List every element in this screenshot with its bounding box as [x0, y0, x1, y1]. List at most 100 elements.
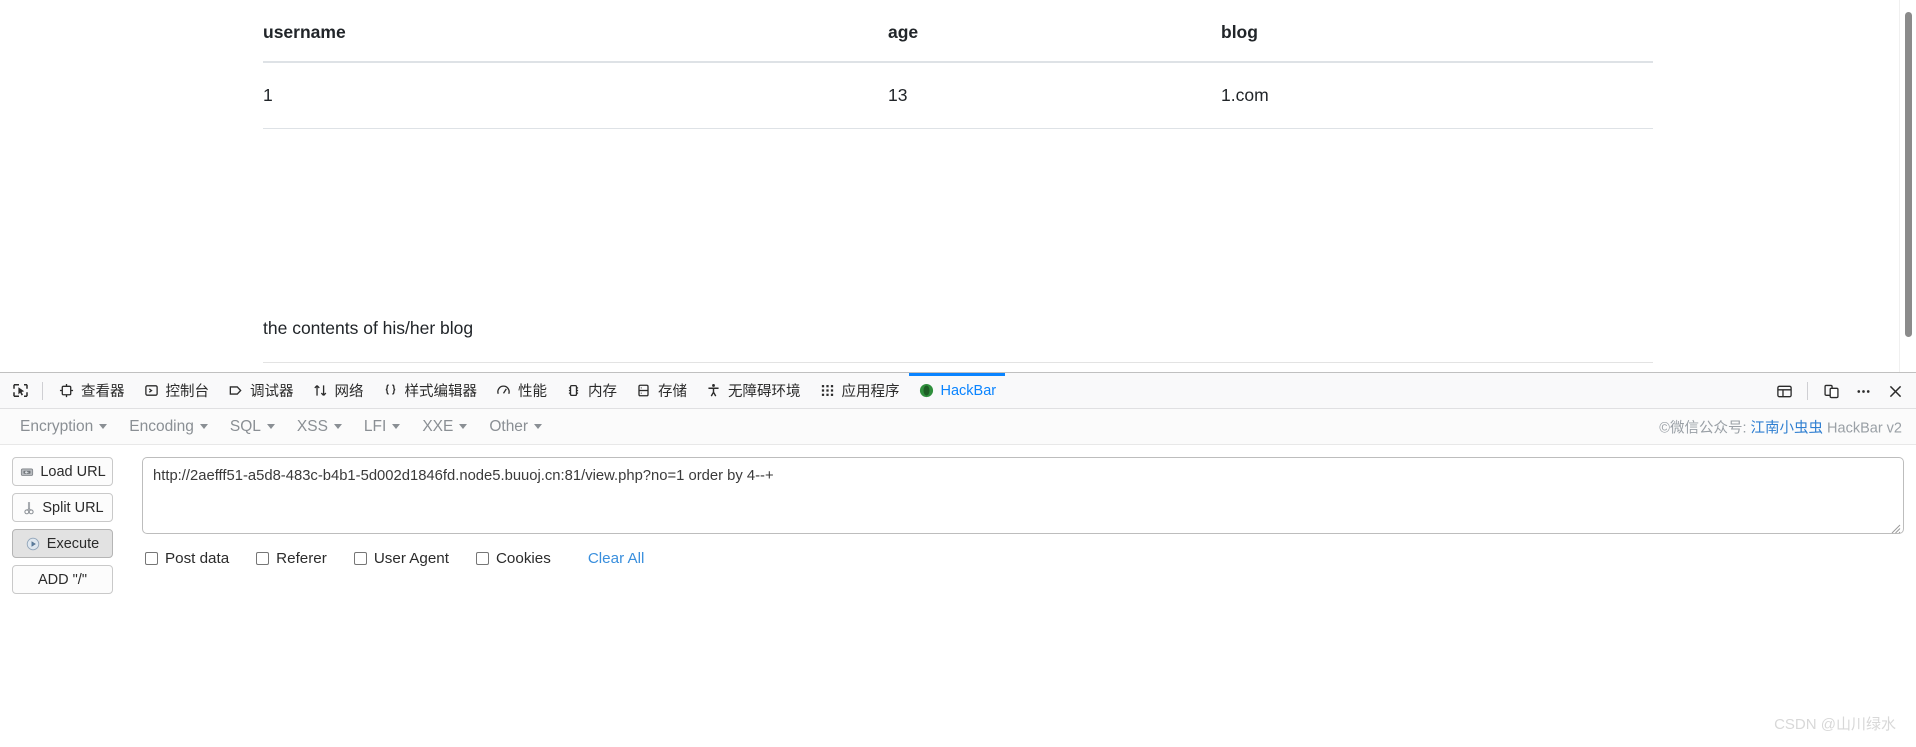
chevron-down-icon: [99, 423, 108, 429]
page-scrollbar-thumb[interactable]: [1905, 12, 1912, 337]
hackbar-credit: ©微信公众号: 江南小虫虫 HackBar v2: [1659, 416, 1902, 437]
column-header-age: age: [888, 0, 1221, 63]
checkbox-cookies[interactable]: Cookies: [475, 550, 551, 567]
tab-accessibility-label: 无障碍环境: [728, 384, 801, 400]
load-url-icon: [19, 464, 34, 479]
hackbar-credit-link[interactable]: 江南小虫虫: [1751, 420, 1824, 436]
column-header-username: username: [263, 0, 888, 63]
more-options-icon[interactable]: [1848, 377, 1878, 405]
tab-style-editor[interactable]: 样式编辑器: [373, 373, 487, 408]
page-inner: username age blog 1 13 1.com: [263, 0, 1653, 129]
hackbar-credit-version: HackBar v2: [1823, 420, 1902, 436]
hackbar-menu-xxe[interactable]: XXE: [414, 416, 481, 438]
chevron-down-icon: [199, 423, 208, 429]
tab-style-editor-label: 样式编辑器: [404, 384, 478, 400]
devtools-toolbar-actions: [1769, 373, 1910, 409]
tab-performance[interactable]: 性能: [486, 373, 556, 408]
tab-performance-label: 性能: [518, 384, 547, 400]
cell-blog: 1.com: [1221, 62, 1653, 129]
checkbox-post-data[interactable]: Post data: [145, 550, 229, 567]
tab-hackbar[interactable]: HackBar: [909, 373, 1006, 408]
hackbar-body: Load URL Split URL Execute ADD "/" http:…: [0, 445, 1916, 745]
performance-icon: [495, 382, 512, 399]
checkbox-box[interactable]: [145, 552, 158, 565]
execute-button[interactable]: Execute: [12, 529, 113, 558]
close-devtools-icon[interactable]: [1880, 377, 1910, 405]
tab-memory[interactable]: 内存: [556, 373, 626, 408]
add-slash-label: ADD "/": [38, 571, 87, 588]
storage-icon: [635, 382, 652, 399]
page-divider: [263, 362, 1653, 363]
inspector-icon: [58, 382, 75, 399]
hackbar-menu-sql-label: SQL: [229, 417, 261, 435]
chevron-down-icon: [459, 423, 468, 429]
checkbox-user-agent[interactable]: User Agent: [353, 550, 449, 567]
hackbar-options-row: Post data Referer User Agent Cookies Cle…: [145, 550, 644, 567]
debugger-icon: [227, 382, 244, 399]
tab-inspector[interactable]: 查看器: [49, 373, 134, 408]
clear-all-link[interactable]: Clear All: [588, 550, 645, 567]
tab-inspector-label: 查看器: [81, 384, 125, 400]
tab-storage[interactable]: 存储: [626, 373, 696, 408]
hackbar-credit-prefix: ©微信公众号:: [1659, 420, 1751, 436]
checkbox-referer[interactable]: Referer: [256, 550, 327, 567]
tab-network[interactable]: 网络: [303, 373, 373, 408]
hackbar-menu-lfi[interactable]: LFI: [356, 416, 414, 438]
tab-application-label: 应用程序: [841, 384, 900, 400]
accessibility-icon: [705, 382, 722, 399]
hackbar-menu-xss-label: XSS: [296, 417, 328, 435]
chevron-down-icon: [392, 423, 401, 429]
hackbar-menu-encoding-label: Encoding: [129, 417, 194, 435]
element-picker-icon[interactable]: [6, 377, 34, 405]
hackbar-menu-xxe-label: XXE: [422, 417, 454, 435]
hackbar-menu-other[interactable]: Other: [481, 416, 556, 438]
hackbar-menu-encryption[interactable]: Encryption: [12, 416, 121, 438]
execute-icon: [26, 536, 41, 551]
split-url-label: Split URL: [42, 499, 104, 516]
tab-console[interactable]: 控制台: [134, 373, 219, 408]
tab-application[interactable]: 应用程序: [810, 373, 909, 408]
network-icon: [312, 382, 329, 399]
blog-caption: the contents of his/her blog: [263, 318, 474, 338]
table-header-row: username age blog: [263, 0, 1653, 63]
load-url-label: Load URL: [40, 463, 106, 480]
add-slash-button[interactable]: ADD "/": [12, 565, 113, 594]
console-icon: [143, 382, 160, 399]
hackbar-menu-xss[interactable]: XSS: [289, 416, 356, 438]
tab-debugger[interactable]: 调试器: [218, 373, 303, 408]
chevron-down-icon: [534, 423, 543, 429]
load-url-button[interactable]: Load URL: [12, 457, 113, 486]
hackbar-menu-encoding[interactable]: Encoding: [121, 416, 222, 438]
hackbar-menu-lfi-label: LFI: [363, 417, 387, 435]
devtools-tabstrip: 查看器 控制台 调试器 网络 样式编辑器 性能 内存 存储 无障碍环境 应用程序…: [0, 373, 1916, 409]
hackbar-menu-other-label: Other: [489, 417, 529, 435]
csdn-watermark: CSDN @山川绿水: [1774, 716, 1896, 733]
chevron-down-icon: [266, 423, 275, 429]
hackbar-action-buttons: Load URL Split URL Execute ADD "/": [12, 457, 113, 601]
execute-label: Execute: [46, 535, 100, 552]
checkbox-box[interactable]: [256, 552, 270, 565]
checkbox-user-agent-label: User Agent: [373, 550, 449, 567]
tab-accessibility[interactable]: 无障碍环境: [696, 373, 810, 408]
hackbar-menu-sql[interactable]: SQL: [222, 416, 289, 438]
tab-hackbar-label: HackBar: [940, 382, 997, 399]
url-input[interactable]: [142, 457, 1904, 534]
query-result-table: username age blog 1 13 1.com: [263, 0, 1653, 129]
page-scrollbar[interactable]: [1899, 0, 1916, 372]
hackbar-url-wrap: [142, 457, 1904, 539]
chevron-down-icon: [333, 423, 342, 429]
split-url-button[interactable]: Split URL: [12, 493, 113, 522]
hackbar-menu-encryption-label: Encryption: [20, 417, 94, 435]
devtools-panel: 查看器 控制台 调试器 网络 样式编辑器 性能 内存 存储 无障碍环境 应用程序…: [0, 372, 1916, 747]
cell-age: 13: [888, 62, 1221, 129]
dock-layout-icon[interactable]: [1769, 377, 1799, 405]
checkbox-box[interactable]: [475, 552, 489, 565]
checkbox-box[interactable]: [353, 552, 367, 565]
checkbox-cookies-label: Cookies: [495, 550, 551, 567]
web-page-content: username age blog 1 13 1.com the content…: [0, 0, 1916, 372]
hackbar-menubar: Encryption Encoding SQL XSS LFI XXE Othe…: [0, 409, 1916, 445]
column-header-blog: blog: [1221, 0, 1653, 63]
responsive-design-mode-icon[interactable]: [1816, 377, 1846, 405]
style-editor-icon: [382, 382, 399, 399]
tab-console-label: 控制台: [165, 384, 210, 400]
